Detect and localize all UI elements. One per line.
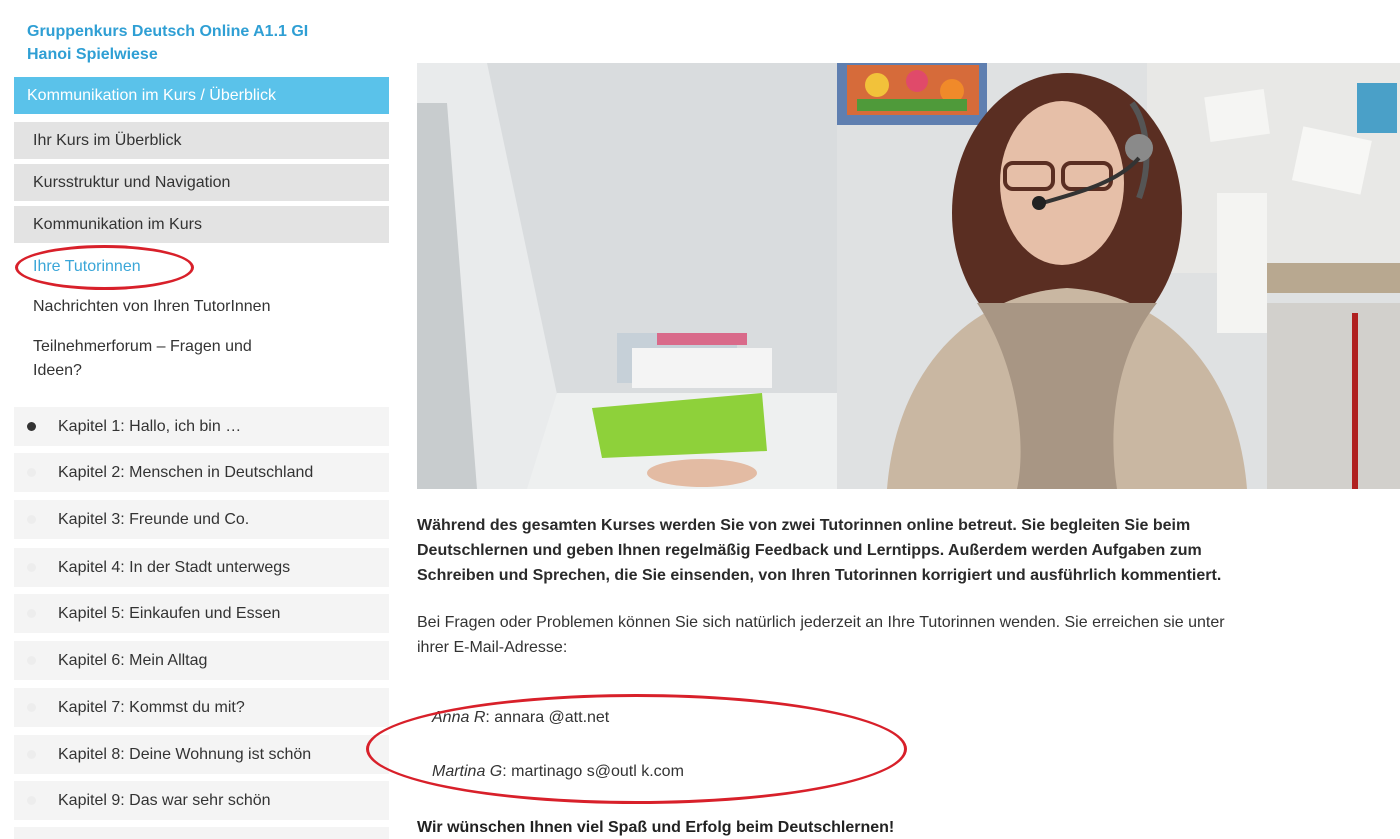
chapter-item-9[interactable]: Kapitel 9: Das war sehr schön	[14, 781, 389, 821]
chapter-item-6[interactable]: Kapitel 6: Mein Alltag	[14, 641, 389, 681]
bullet-icon	[27, 796, 36, 805]
bullet-icon	[27, 703, 36, 712]
course-title-line1: Gruppenkurs Deutsch Online A1.1 GI	[27, 23, 309, 40]
intro-paragraph-bold: Während des gesamten Kurses werden Sie v…	[417, 513, 1400, 588]
intro-bold-line: Schreiben und Sprechen, die Sie einsende…	[417, 567, 1222, 584]
bullet-icon	[27, 515, 36, 524]
intro-bold-line: Während des gesamten Kurses werden Sie v…	[417, 517, 1191, 534]
nav-link-forum-line2: Ideen?	[33, 362, 82, 379]
bullet-icon	[27, 563, 36, 572]
nav-link-forum-line1: Teilnehmerforum – Fragen und	[33, 338, 252, 355]
chapter-label: Kapitel 9: Das war sehr schön	[58, 792, 271, 809]
course-sidebar: Gruppenkurs Deutsch Online A1.1 GI Hanoi…	[14, 0, 389, 839]
intro-paragraph: Bei Fragen oder Problemen können Sie sic…	[417, 610, 1400, 660]
chapter-label: Kapitel 6: Mein Alltag	[58, 652, 208, 669]
nav-item-course-communication[interactable]: Kommunikation im Kurs	[14, 206, 389, 243]
chapter-item-7[interactable]: Kapitel 7: Kommst du mit?	[14, 688, 389, 728]
chapter-label: Kapitel 3: Freunde und Co.	[58, 511, 250, 528]
chapter-label: Kapitel 5: Einkaufen und Essen	[58, 605, 281, 622]
intro-line: ihrer E-Mail-Adresse:	[417, 639, 568, 656]
nav-link-tutor-messages[interactable]: Nachrichten von Ihren TutorInnen	[33, 295, 270, 319]
chapter-label: Kapitel 1: Hallo, ich bin …	[58, 418, 242, 435]
bullet-icon	[27, 468, 36, 477]
bullet-icon	[27, 750, 36, 759]
bullet-icon	[27, 422, 36, 431]
course-title-link[interactable]: Gruppenkurs Deutsch Online A1.1 GI Hanoi…	[27, 20, 387, 66]
tutor-photo-illustration	[417, 63, 1400, 489]
chapter-item-1[interactable]: Kapitel 1: Hallo, ich bin …	[14, 407, 389, 447]
nav-link-tutors[interactable]: Ihre Tutorinnen	[33, 255, 141, 279]
nav-active-section[interactable]: Kommunikation im Kurs / Überblick	[14, 77, 389, 114]
chapter-label: Kapitel 4: In der Stadt unterwegs	[58, 559, 291, 576]
intro-bold-line: Deutschlernen und geben Ihnen regelmäßig…	[417, 542, 1202, 559]
chapter-item-10[interactable]	[14, 827, 389, 839]
chapter-item-5[interactable]: Kapitel 5: Einkaufen und Essen	[14, 594, 389, 634]
chapter-label: Kapitel 7: Kommst du mit?	[58, 699, 245, 716]
chapter-label: Kapitel 2: Menschen in Deutschland	[58, 464, 314, 481]
nav-link-forum[interactable]: Teilnehmerforum – Fragen und Ideen?	[33, 335, 252, 383]
nav-item-course-structure[interactable]: Kursstruktur und Navigation	[14, 164, 389, 201]
chapter-item-4[interactable]: Kapitel 4: In der Stadt unterwegs	[14, 548, 389, 588]
chapter-item-8[interactable]: Kapitel 8: Deine Wohnung ist schön	[14, 735, 389, 775]
red-annotation-circle	[366, 694, 907, 804]
tutor-photo	[417, 63, 1400, 489]
intro-line: Bei Fragen oder Problemen können Sie sic…	[417, 614, 1225, 631]
chapter-label: Kapitel 8: Deine Wohnung ist schön	[58, 746, 312, 763]
course-title-line2: Hanoi Spielwiese	[27, 46, 158, 63]
bullet-icon	[27, 656, 36, 665]
bullet-icon	[27, 609, 36, 618]
closing-message: Wir wünschen Ihnen viel Spaß und Erfolg …	[417, 819, 895, 836]
chapter-item-2[interactable]: Kapitel 2: Menschen in Deutschland	[14, 453, 389, 493]
chapter-item-3[interactable]: Kapitel 3: Freunde und Co.	[14, 500, 389, 540]
nav-item-course-overview[interactable]: Ihr Kurs im Überblick	[14, 122, 389, 159]
